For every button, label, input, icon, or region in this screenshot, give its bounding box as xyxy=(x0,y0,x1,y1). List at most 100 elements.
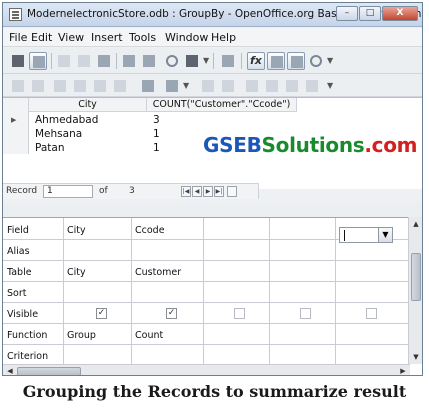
field-cell[interactable]: City xyxy=(67,225,86,236)
cut-icon xyxy=(54,80,66,92)
autofilter-button[interactable] xyxy=(243,77,261,95)
copy-icon xyxy=(74,80,86,92)
visible-checkbox[interactable] xyxy=(300,308,311,319)
alias-icon xyxy=(291,56,303,68)
cell-city[interactable]: Patan xyxy=(35,141,65,155)
standard-filter-icon xyxy=(266,80,278,92)
cell-city[interactable]: Mehsana xyxy=(35,127,82,141)
maximize-button[interactable]: □ xyxy=(359,6,381,21)
remove-filter-button[interactable] xyxy=(283,77,301,95)
menu-tools[interactable]: Tools xyxy=(129,31,156,44)
title-bar: ModernelectronicStore.odb : GroupBy - Op… xyxy=(3,3,422,27)
apply-filter-icon xyxy=(306,80,318,92)
cut-data-button[interactable] xyxy=(51,77,69,95)
chevron-down-icon[interactable]: ▼ xyxy=(183,81,189,90)
menu-insert[interactable]: Insert xyxy=(91,31,123,44)
scroll-down-icon[interactable]: ▼ xyxy=(410,351,422,363)
menu-help[interactable]: Help xyxy=(211,31,236,44)
row-label-field: Field xyxy=(7,225,29,236)
visible-checkbox[interactable] xyxy=(366,308,377,319)
minimize-button[interactable]: – xyxy=(336,6,358,21)
chevron-down-icon[interactable]: ▼ xyxy=(327,81,333,90)
cell-city[interactable]: Ahmedabad xyxy=(35,113,98,127)
menu-view[interactable]: View xyxy=(58,31,84,44)
copy-data-button[interactable] xyxy=(71,77,89,95)
function-cell[interactable]: Group xyxy=(67,330,96,341)
cut-button[interactable] xyxy=(55,52,73,70)
menu-file[interactable]: File xyxy=(9,31,27,44)
chevron-down-icon[interactable]: ▼ xyxy=(203,56,209,65)
row-label-function: Function xyxy=(7,330,48,341)
next-record-button[interactable]: ▶ xyxy=(203,186,213,197)
functions-button[interactable]: fx xyxy=(247,52,265,70)
record-label: Record xyxy=(6,186,38,196)
horizontal-scrollbar[interactable]: ◀ ▶ xyxy=(3,364,410,375)
sort-descending-button[interactable] xyxy=(219,77,237,95)
sql-button[interactable] xyxy=(163,52,181,70)
function-cell[interactable]: Count xyxy=(135,330,163,341)
toolbar-separator xyxy=(116,53,117,69)
close-button[interactable]: X xyxy=(382,6,418,21)
row-selector[interactable] xyxy=(3,140,29,154)
record-navigation-bar: Record 1 of 3 |◀ ◀ ▶ ▶| xyxy=(3,183,259,199)
menu-edit[interactable]: Edit xyxy=(31,31,52,44)
field-cell[interactable]: Ccode xyxy=(135,225,165,236)
edit-data-button[interactable] xyxy=(29,77,47,95)
visible-checkbox[interactable] xyxy=(234,308,245,319)
vertical-scroll-thumb[interactable] xyxy=(411,253,421,301)
first-record-button[interactable]: |◀ xyxy=(181,186,191,197)
distinct-values-button[interactable] xyxy=(307,52,325,70)
visible-checkbox[interactable]: ✓ xyxy=(96,308,107,319)
standard-filter-button[interactable] xyxy=(263,77,281,95)
visible-checkbox[interactable]: ✓ xyxy=(166,308,177,319)
alias-button[interactable] xyxy=(287,52,305,70)
apply-filter-button[interactable] xyxy=(303,77,321,95)
find-record-button[interactable] xyxy=(139,77,157,95)
sort-descending-icon xyxy=(222,80,234,92)
vertical-scrollbar[interactable]: ▲ ▼ xyxy=(408,217,422,364)
add-tables-icon xyxy=(143,55,155,67)
cell-count[interactable]: 1 xyxy=(153,127,160,141)
undo-data-button[interactable] xyxy=(111,77,129,95)
scroll-left-icon[interactable]: ◀ xyxy=(4,365,16,375)
scroll-right-icon[interactable]: ▶ xyxy=(397,365,409,375)
copy-button[interactable] xyxy=(75,52,93,70)
undo-button[interactable] xyxy=(120,52,138,70)
refresh-button[interactable] xyxy=(163,77,181,95)
functions-icon: fx xyxy=(250,54,262,67)
add-tables-button[interactable] xyxy=(140,52,158,70)
save-button[interactable] xyxy=(9,52,27,70)
table-cell[interactable]: City xyxy=(67,267,86,278)
design-view-button[interactable] xyxy=(219,52,237,70)
column-header-city[interactable]: City xyxy=(29,98,147,112)
grid-line xyxy=(335,218,336,365)
table-name-button[interactable] xyxy=(267,52,285,70)
paste-button[interactable] xyxy=(95,52,113,70)
table-cell[interactable]: Customer xyxy=(135,267,181,278)
header-row-selector[interactable] xyxy=(3,98,29,112)
scroll-up-icon[interactable]: ▲ xyxy=(410,218,422,230)
save-record-button[interactable] xyxy=(9,77,27,95)
edit-button[interactable] xyxy=(29,52,47,70)
sort-ascending-button[interactable] xyxy=(199,77,217,95)
row-label-sort: Sort xyxy=(7,288,27,299)
window-controls: – □ X xyxy=(336,6,418,21)
chevron-down-icon[interactable]: ▼ xyxy=(378,228,392,242)
previous-record-button[interactable]: ◀ xyxy=(192,186,202,197)
horizontal-scroll-thumb[interactable] xyxy=(17,367,81,375)
last-record-button[interactable]: ▶| xyxy=(214,186,224,197)
design-view-icon xyxy=(222,55,234,67)
paste-data-button[interactable] xyxy=(91,77,109,95)
field-dropdown[interactable]: ▼ xyxy=(339,227,393,243)
cell-count[interactable]: 1 xyxy=(153,141,160,155)
of-label: of xyxy=(99,186,108,196)
clear-query-button[interactable] xyxy=(183,52,201,70)
record-number-input[interactable]: 1 xyxy=(43,185,93,198)
menu-window[interactable]: Window xyxy=(165,31,208,44)
table-name-icon xyxy=(271,56,283,68)
chevron-down-icon[interactable]: ▼ xyxy=(327,56,333,65)
row-selector[interactable] xyxy=(3,126,29,140)
new-record-button[interactable] xyxy=(227,186,237,197)
cell-count[interactable]: 3 xyxy=(153,113,160,127)
column-header-count[interactable]: COUNT("Customer"."Ccode") xyxy=(147,98,297,112)
